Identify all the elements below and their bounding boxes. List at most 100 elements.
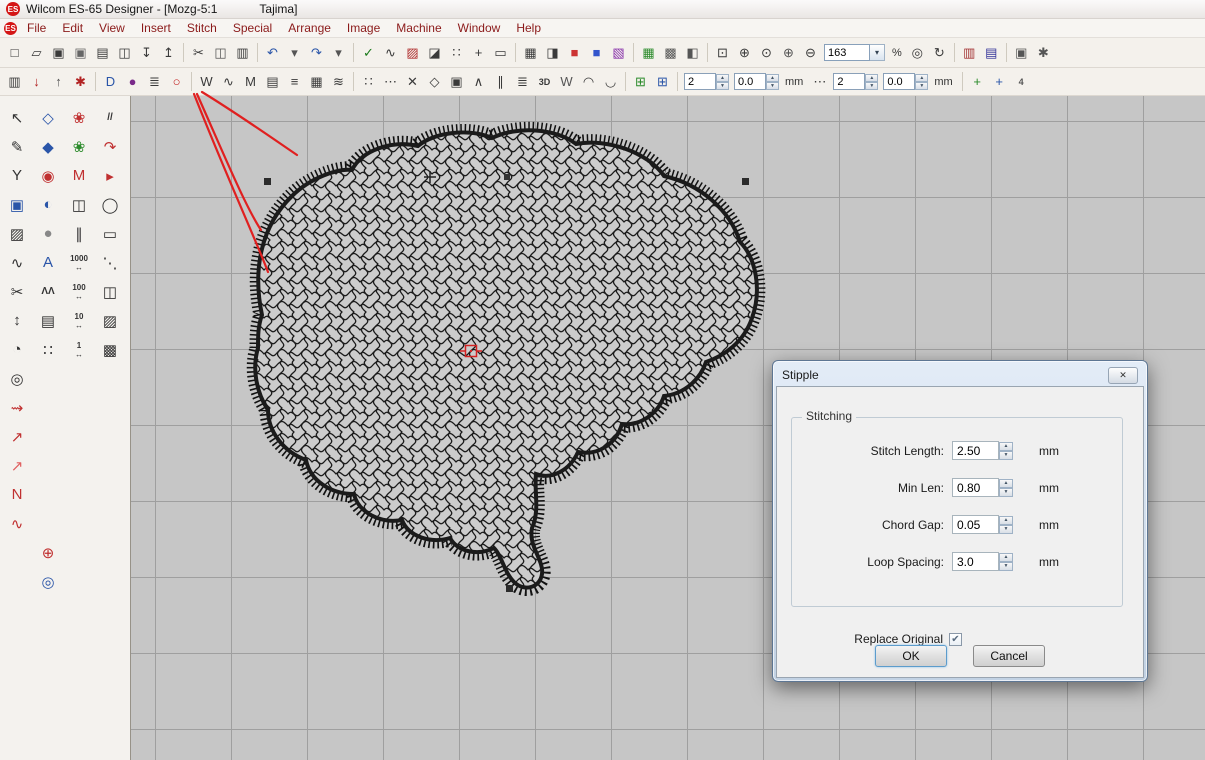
updown-tool-icon[interactable]: ↕	[4, 309, 30, 332]
zoom-out-icon[interactable]: ⊖	[800, 42, 821, 63]
spin-up-icon[interactable]: ▲	[999, 553, 1013, 562]
print-icon[interactable]: ▤	[92, 42, 113, 63]
spin-down-icon[interactable]: ▼	[766, 82, 779, 90]
parallel-stitch-icon[interactable]: ∥	[66, 222, 92, 245]
tool-icon[interactable]	[35, 425, 61, 448]
mm-red-icon[interactable]: M	[66, 164, 92, 187]
thread-color-red-icon[interactable]: ■	[564, 42, 585, 63]
scatter-red-icon[interactable]: ✱	[70, 71, 91, 92]
wye-branch-icon[interactable]: Y	[4, 164, 30, 187]
tool-icon[interactable]	[66, 570, 92, 593]
scale-1000-icon[interactable]: 1000 ↔	[66, 251, 92, 274]
zoom-box-icon[interactable]: ⊡	[712, 42, 733, 63]
cross-fill-icon[interactable]: ✕	[402, 71, 423, 92]
arc-up-icon[interactable]: ◠	[578, 71, 599, 92]
menu-item[interactable]: Help	[508, 20, 549, 36]
zigzag-stitch-icon[interactable]: ∿	[218, 71, 239, 92]
zigzag-tool-icon[interactable]: ∿	[4, 251, 30, 274]
value-input[interactable]	[833, 73, 865, 90]
move-design-blue-icon[interactable]: +	[989, 71, 1010, 92]
stitch-player-icon[interactable]: ▩	[660, 42, 681, 63]
library-icon[interactable]: ▣	[1011, 42, 1032, 63]
e-stitch-icon[interactable]: M	[240, 71, 261, 92]
block-digitize-icon[interactable]: ▣	[4, 193, 30, 216]
tool-icon[interactable]	[66, 454, 92, 477]
import-machine-icon[interactable]: ↥	[158, 42, 179, 63]
tool-icon[interactable]	[35, 512, 61, 535]
spin-up-icon[interactable]: ▲	[999, 442, 1013, 451]
menu-item[interactable]: Window	[450, 20, 509, 36]
box-tool-icon[interactable]: ▤	[35, 309, 61, 332]
spin-down-icon[interactable]: ▼	[999, 451, 1013, 460]
value-input[interactable]	[883, 73, 915, 90]
redo-icon[interactable]: ↷	[306, 42, 327, 63]
flower-red-icon[interactable]: ❀	[66, 106, 92, 129]
grid-icon[interactable]: ▦	[520, 42, 541, 63]
menu-item[interactable]: Stitch	[179, 20, 225, 36]
globe-icon[interactable]: ◐	[35, 193, 61, 216]
redraw-icon[interactable]: ↻	[929, 42, 950, 63]
save-icon[interactable]: ▣	[48, 42, 69, 63]
spin-up-icon[interactable]: ▲	[766, 74, 779, 82]
tool-icon[interactable]	[35, 454, 61, 477]
grid-green-icon[interactable]: ▦	[638, 42, 659, 63]
column-tool-icon[interactable]: ◫	[66, 193, 92, 216]
cancel-button[interactable]: Cancel	[973, 645, 1045, 667]
tool-icon[interactable]	[66, 367, 92, 390]
w-stitch-icon[interactable]: W	[556, 71, 577, 92]
parameter-input[interactable]	[952, 441, 999, 460]
spin-up-icon[interactable]: ▲	[865, 74, 878, 82]
thread-color-blue-icon[interactable]: ■	[586, 42, 607, 63]
spacing-icon[interactable]: ⋯	[809, 71, 830, 92]
pointer-cross-icon[interactable]: +	[468, 42, 489, 63]
parameter-input[interactable]	[952, 552, 999, 571]
select-tool-icon[interactable]: ↖	[4, 106, 30, 129]
export-machine-icon[interactable]: ↧	[136, 42, 157, 63]
menu-item[interactable]: Special	[225, 20, 280, 36]
sprout-green-icon[interactable]: ❀	[66, 135, 92, 158]
print-preview-icon[interactable]: ◫	[114, 42, 135, 63]
close-icon[interactable]: ✕	[1108, 367, 1138, 384]
spin-up-icon[interactable]: ▲	[716, 74, 729, 82]
grid-color-green-icon[interactable]: ⊞	[630, 71, 651, 92]
tool-icon[interactable]	[97, 570, 123, 593]
tool-icon[interactable]	[97, 454, 123, 477]
menu-item[interactable]: Edit	[54, 20, 91, 36]
measure-icon[interactable]: ▭	[490, 42, 511, 63]
node-edit-icon[interactable]: ✎	[4, 135, 30, 158]
redo-dropdown-icon[interactable]: ▾	[328, 42, 349, 63]
arrow-dash-red-icon[interactable]: ↗	[4, 454, 30, 477]
design-window-icon[interactable]: ◧	[682, 42, 703, 63]
stipple-icon[interactable]: ≣	[144, 71, 165, 92]
wave-fill-icon[interactable]: ≋	[328, 71, 349, 92]
zoom-1to1-icon[interactable]: ⊙	[756, 42, 777, 63]
parameter-input[interactable]	[952, 478, 999, 497]
reshape-tool-icon[interactable]: ◇	[35, 106, 61, 129]
zoom-plus-icon[interactable]: ⊕	[778, 42, 799, 63]
spin-down-icon[interactable]: ▼	[999, 488, 1013, 497]
satin-stitch-icon[interactable]: W	[196, 71, 217, 92]
stitch-generate-icon[interactable]: ∿	[380, 42, 401, 63]
menu-item[interactable]: Image	[339, 20, 388, 36]
polygon-tool-icon[interactable]: ◆	[35, 135, 61, 158]
lines-fill-icon[interactable]: ≣	[512, 71, 533, 92]
document-system-icon[interactable]: ES	[4, 22, 17, 35]
tool-icon[interactable]	[97, 425, 123, 448]
circle-ring-icon[interactable]: ◎	[35, 570, 61, 593]
overlap-icon[interactable]: ◨	[542, 42, 563, 63]
n-curve-icon[interactable]: ∿	[4, 512, 30, 535]
spin-down-icon[interactable]: ▼	[915, 82, 928, 90]
columns-icon[interactable]: ◫	[97, 280, 123, 303]
lettering-tool-icon[interactable]: A	[35, 251, 61, 274]
tool-icon[interactable]	[97, 367, 123, 390]
tool-icon[interactable]	[66, 483, 92, 506]
ring-tool-icon[interactable]: ◎	[4, 367, 30, 390]
tool-icon[interactable]	[35, 367, 61, 390]
spin-up-icon[interactable]: ▲	[999, 516, 1013, 525]
tool-icon[interactable]	[66, 425, 92, 448]
curve-red-icon[interactable]: ↷	[97, 135, 123, 158]
hatch3-icon[interactable]: ▩	[97, 338, 123, 361]
stitch-sequence-icon[interactable]: ▤	[981, 42, 1002, 63]
menu-item[interactable]: View	[91, 20, 133, 36]
ellipse-tool-icon[interactable]: ◯	[97, 193, 123, 216]
